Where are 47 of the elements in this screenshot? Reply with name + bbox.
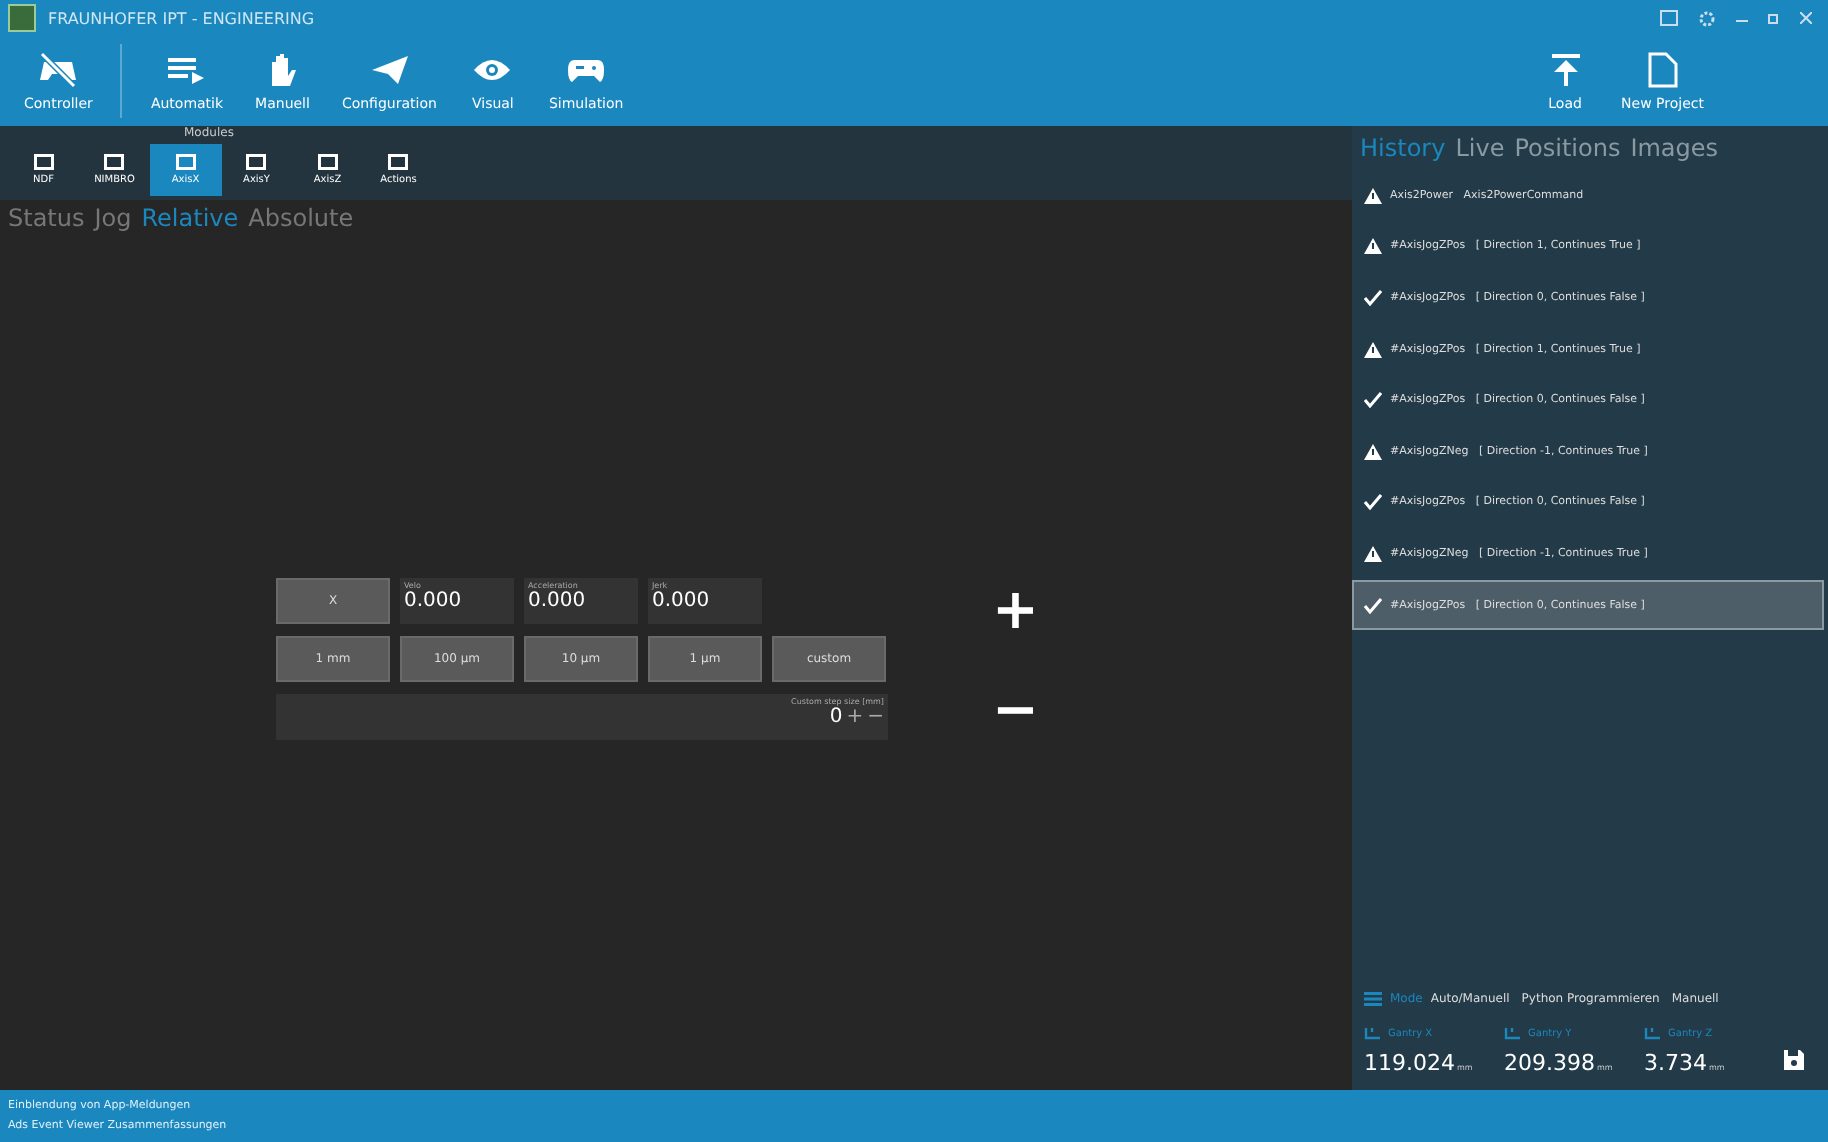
tab[interactable]: Live — [1455, 134, 1505, 162]
tab[interactable]: Status — [8, 204, 85, 232]
field-value: 0.000 — [528, 590, 588, 612]
window-title: FRAUNHOFER IPT - ENGINEERING — [48, 9, 315, 27]
increase-button[interactable]: + — [846, 706, 864, 728]
axis-icon — [1504, 1026, 1522, 1040]
close-icon[interactable] — [1800, 12, 1812, 24]
gantry-value: 209.398 — [1504, 1050, 1595, 1076]
check-icon — [1364, 597, 1382, 614]
axis-icon — [1364, 1026, 1382, 1040]
decrease-button[interactable]: − — [867, 706, 884, 728]
move-plus-button[interactable]: + — [992, 582, 1039, 638]
field-value: 0.000 — [652, 590, 712, 612]
field-value: 0.000 — [404, 590, 464, 612]
check-icon — [1364, 494, 1382, 511]
module-icon — [33, 154, 54, 170]
tab[interactable]: Images — [1630, 134, 1719, 162]
warning-icon — [1364, 238, 1382, 255]
module-icon — [104, 154, 125, 170]
list-icon — [1364, 992, 1382, 1006]
save-icon[interactable] — [1784, 1050, 1804, 1070]
gantry-value: 3.734 — [1644, 1050, 1707, 1076]
warning-icon — [1364, 341, 1382, 358]
module-icon — [175, 154, 196, 170]
warning-icon — [1364, 443, 1382, 460]
restore-icon[interactable] — [1768, 12, 1780, 24]
tab[interactable]: Jog — [94, 204, 132, 232]
check-icon — [1364, 289, 1382, 306]
tab[interactable]: Absolute — [248, 204, 354, 232]
tab[interactable]: History — [1360, 134, 1446, 162]
warning-icon — [1364, 545, 1382, 562]
module-icon — [246, 154, 267, 170]
tab[interactable]: Relative — [141, 204, 239, 232]
window-icon[interactable] — [1660, 10, 1678, 26]
axis-icon — [1644, 1026, 1662, 1040]
warning-icon — [1364, 187, 1382, 204]
module-icon — [317, 154, 338, 170]
field-value: 0 — [829, 706, 843, 728]
module-icon — [388, 154, 409, 170]
settings-icon[interactable] — [1698, 9, 1716, 27]
tab[interactable]: Positions — [1514, 134, 1621, 162]
app-logo — [8, 4, 36, 32]
gantry-value: 119.024 — [1364, 1050, 1455, 1076]
paper-plane-icon — [369, 51, 410, 87]
check-icon — [1364, 392, 1382, 409]
controller-off-icon — [38, 51, 79, 87]
move-minus-button[interactable]: − — [992, 682, 1039, 738]
